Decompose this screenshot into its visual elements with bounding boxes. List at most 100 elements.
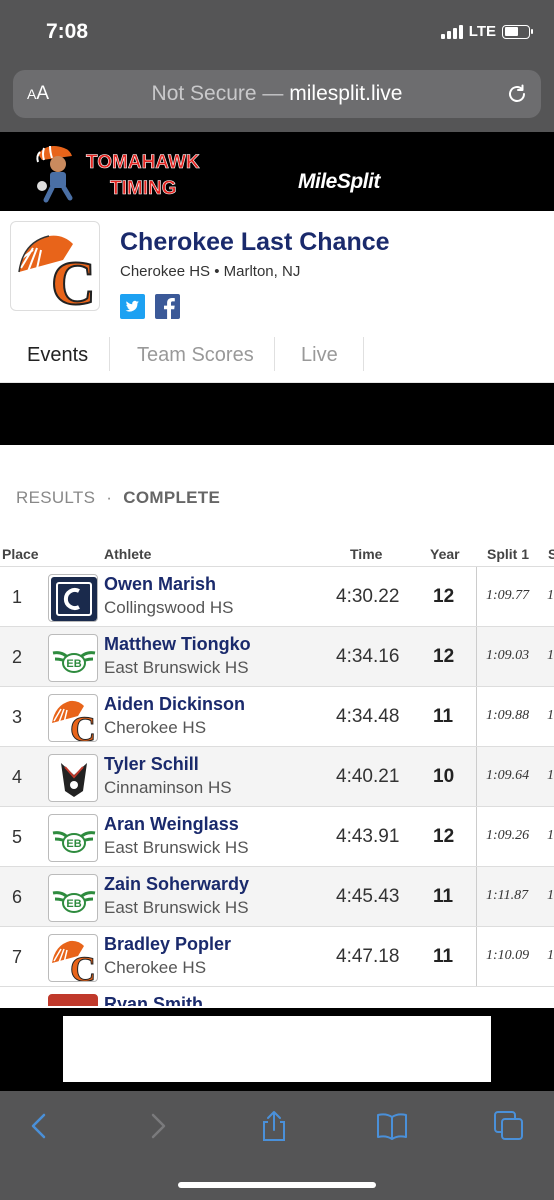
svg-text:TOMAHAWK: TOMAHAWK: [86, 152, 200, 173]
east-brunswick-logo-icon: EB: [48, 874, 98, 922]
column-divider: [476, 747, 477, 807]
header-time[interactable]: Time: [350, 546, 382, 562]
url-text[interactable]: Not Secure — milesplit.live: [13, 82, 541, 106]
table-row[interactable]: 6 EB Zain Soherwardy East Brunswick HS 4…: [0, 866, 554, 927]
results-label: RESULTS: [16, 488, 96, 507]
table-row-partial[interactable]: Ryan Smith: [0, 986, 554, 1006]
tabs-icon[interactable]: [492, 1109, 526, 1143]
svg-text:EB: EB: [66, 898, 81, 910]
column-divider: [476, 687, 477, 747]
row-place: 1: [12, 587, 23, 607]
table-row[interactable]: 7 C Bradley Popler Cherokee HS 4:47.18 1…: [0, 926, 554, 987]
team-name[interactable]: Collingswood HS: [104, 598, 233, 618]
battery-icon: [502, 24, 533, 39]
twitter-icon[interactable]: [120, 294, 145, 319]
table-row[interactable]: 4 Tyler Schill Cinnaminson HS 4:40.21 10…: [0, 746, 554, 807]
table-row[interactable]: 1 Owen Marish Collingswood HS 4:30.22 12…: [0, 566, 554, 627]
team-name[interactable]: East Brunswick HS: [104, 658, 249, 678]
athlete-name[interactable]: Ryan Smith: [104, 994, 203, 1006]
back-icon[interactable]: [22, 1109, 56, 1143]
team-name[interactable]: East Brunswick HS: [104, 898, 249, 918]
row-place: 7: [12, 947, 23, 967]
forward-icon[interactable]: [141, 1109, 175, 1143]
ad-banner[interactable]: [63, 1016, 491, 1082]
split-2: 1: [547, 768, 554, 783]
tab-live[interactable]: Live: [301, 331, 338, 371]
tab-events[interactable]: Events: [27, 331, 88, 371]
svg-text:TIMING: TIMING: [110, 178, 177, 199]
meet-title[interactable]: Cherokee Last Chance: [120, 228, 390, 257]
athlete-name[interactable]: Owen Marish: [104, 574, 216, 595]
results-dot: ·: [106, 488, 113, 507]
athlete-name[interactable]: Aiden Dickinson: [104, 694, 245, 715]
athlete-year: 11: [433, 946, 454, 967]
runner-mascot-icon: [36, 145, 73, 203]
facebook-icon[interactable]: [155, 294, 180, 319]
result-time: 4:43.91: [336, 826, 400, 847]
table-row[interactable]: 2 EB Matthew Tiongko East Brunswick HS 4…: [0, 626, 554, 687]
header-split1[interactable]: Split 1: [487, 546, 529, 562]
split-2: 1: [547, 648, 554, 663]
team-name[interactable]: East Brunswick HS: [104, 838, 249, 858]
header-split2[interactable]: S: [548, 546, 554, 562]
team-name[interactable]: Cherokee HS: [104, 718, 206, 738]
athlete-year: 11: [433, 886, 454, 907]
status-time: 7:08: [46, 20, 89, 43]
social-links: [120, 294, 180, 319]
sponsor-banner: TOMAHAWK TIMING MileSplit: [0, 132, 554, 211]
split-2: 1: [547, 888, 554, 903]
results-complete: COMPLETE: [123, 488, 221, 507]
url-domain: milesplit.live: [289, 82, 403, 105]
team-name[interactable]: Cherokee HS: [104, 958, 206, 978]
athlete-name[interactable]: Bradley Popler: [104, 934, 231, 955]
header-year[interactable]: Year: [430, 546, 460, 562]
url-bar[interactable]: AA Not Secure — milesplit.live: [13, 70, 541, 118]
athlete-year: 11: [433, 706, 454, 727]
bookmarks-icon[interactable]: [375, 1109, 409, 1143]
column-divider: [476, 567, 477, 627]
split-1: 1:09.77: [486, 588, 530, 603]
safari-top-chrome: 7:08 LTE AA Not Secure — milesplit.live: [0, 0, 554, 132]
team-name[interactable]: Cinnaminson HS: [104, 778, 232, 798]
share-icon[interactable]: [257, 1109, 291, 1143]
split-1: 1:10.09: [486, 948, 530, 963]
column-divider: [476, 867, 477, 927]
row-place: 3: [12, 707, 23, 727]
black-strip: [0, 383, 554, 445]
table-body: 1 Owen Marish Collingswood HS 4:30.22 12…: [0, 566, 554, 1006]
tab-team-scores[interactable]: Team Scores: [137, 331, 254, 371]
column-divider: [476, 807, 477, 867]
result-time: 4:34.16: [336, 646, 400, 667]
split-1: 1:09.26: [486, 828, 530, 843]
athlete-name[interactable]: Matthew Tiongko: [104, 634, 251, 655]
split-2: 1: [547, 948, 554, 963]
status-indicators: LTE: [440, 23, 533, 40]
table-row[interactable]: 5 EB Aran Weinglass East Brunswick HS 4:…: [0, 806, 554, 867]
svg-text:EB: EB: [66, 658, 81, 670]
not-secure-label: Not Secure —: [151, 82, 284, 105]
split-2: 1: [547, 588, 554, 603]
split-1: 1:11.87: [486, 888, 529, 903]
athlete-name[interactable]: Tyler Schill: [104, 754, 199, 775]
split-1: 1:09.88: [486, 708, 530, 723]
column-divider: [476, 927, 477, 987]
split-1: 1:09.64: [486, 768, 530, 783]
reload-icon[interactable]: [505, 82, 529, 106]
athlete-name[interactable]: Aran Weinglass: [104, 814, 239, 835]
results-table: Place Athlete Time Year Split 1 S 1 Owen…: [0, 538, 554, 1006]
home-indicator[interactable]: [178, 1182, 376, 1188]
ad-area: [0, 1008, 554, 1091]
athlete-name[interactable]: Zain Soherwardy: [104, 874, 249, 895]
milesplit-logo[interactable]: MileSplit: [298, 170, 380, 194]
header-place[interactable]: Place: [2, 546, 39, 562]
header-athlete[interactable]: Athlete: [104, 546, 151, 562]
row-place: 6: [12, 887, 23, 907]
result-time: 4:34.48: [336, 706, 400, 727]
athlete-year: 10: [433, 766, 455, 787]
split-1: 1:09.03: [486, 648, 530, 663]
table-row[interactable]: 3 C Aiden Dickinson Cherokee HS 4:34.48 …: [0, 686, 554, 747]
east-brunswick-logo-icon: EB: [48, 634, 98, 682]
tomahawk-timing-logo[interactable]: TOMAHAWK TIMING: [30, 140, 238, 204]
cinnaminson-logo-icon: [48, 754, 98, 802]
svg-text:C: C: [51, 250, 96, 311]
